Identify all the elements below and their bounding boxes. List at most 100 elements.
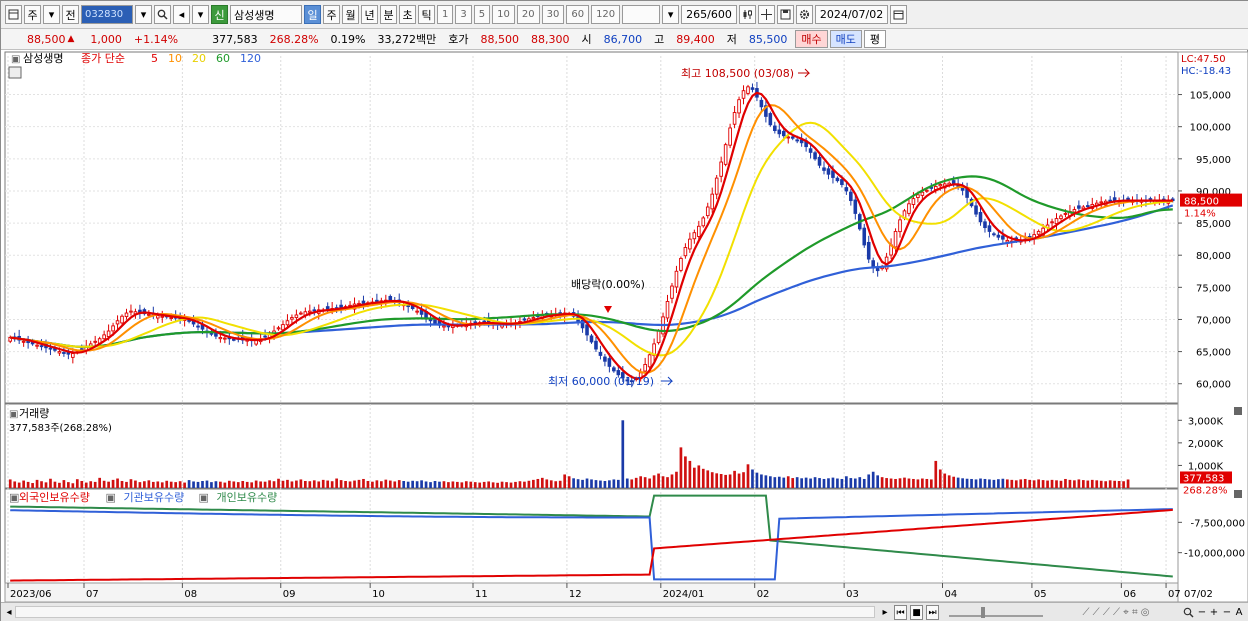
volume-bar: [773, 477, 777, 488]
tab-tick[interactable]: 틱: [418, 5, 435, 24]
interval-60[interactable]: 60: [566, 5, 590, 24]
drawing-tools[interactable]: ⟋ ⟋ ⟋ ⟋ ⌖ ⌗ ◎: [1051, 605, 1181, 620]
first-page-icon[interactable]: ⏮: [894, 605, 907, 620]
sell-button[interactable]: 매도: [829, 30, 862, 48]
volume-bar: [353, 480, 356, 488]
volume-bar: [1055, 480, 1058, 488]
interval-20[interactable]: 20: [516, 5, 540, 24]
count-field[interactable]: 265/600: [681, 5, 737, 24]
buy-button[interactable]: 매수: [795, 30, 828, 48]
speaker-icon[interactable]: ◂: [173, 5, 190, 24]
volume-bar: [183, 482, 186, 488]
candle: [473, 321, 478, 324]
tab-year[interactable]: 년: [361, 5, 378, 24]
volume-bar: [585, 478, 589, 488]
volume-bar: [777, 476, 781, 488]
volume-bar: [625, 478, 629, 488]
volume-bar: [733, 470, 736, 488]
y-tick-label: 80,000: [1196, 251, 1231, 262]
candle: [285, 320, 290, 326]
volume-bar: [357, 479, 361, 488]
stock-name-field[interactable]: 삼성생명: [230, 5, 302, 24]
tab-minute[interactable]: 분: [380, 5, 397, 24]
grid: [4, 51, 1248, 602]
volume-bar: [621, 420, 625, 488]
holdings-legend-2: ▣: [106, 491, 116, 504]
high-value: 89,400: [676, 32, 715, 46]
candle: [71, 353, 75, 358]
volume-bar: [523, 481, 526, 488]
volume-bar: [907, 478, 911, 488]
tab-week[interactable]: 주: [323, 5, 340, 24]
candle: [603, 356, 607, 362]
tab-day[interactable]: 일: [304, 5, 321, 24]
volume-bar: [442, 481, 446, 488]
font-size-button[interactable]: A: [1234, 605, 1244, 620]
interval-1[interactable]: 1: [437, 5, 454, 24]
magnifier-icon[interactable]: [1181, 605, 1195, 620]
candle-icon[interactable]: [738, 5, 756, 24]
stock-code-input[interactable]: 032830: [81, 5, 133, 24]
volume-bar: [988, 479, 991, 488]
speaker-dropdown-icon[interactable]: ▾: [192, 5, 209, 24]
volume-bar: [545, 479, 549, 488]
calendar-icon[interactable]: [890, 5, 908, 24]
gear-icon[interactable]: [795, 5, 813, 24]
volume-bar: [277, 478, 280, 488]
volume-bar: [853, 478, 857, 488]
volume-bar: [1059, 480, 1063, 488]
chart-area[interactable]: 2023/06 07 08 09 10 11 12 2024/01 02 03 04 05 06 07 07…: [1, 50, 1248, 602]
save-icon[interactable]: [776, 5, 794, 24]
crosshair-icon[interactable]: [757, 5, 775, 24]
tab-month[interactable]: 월: [342, 5, 359, 24]
horizontal-scrollbar[interactable]: [15, 606, 875, 618]
candle: [129, 310, 133, 313]
interval-5[interactable]: 5: [473, 5, 491, 24]
interval-dropdown-icon[interactable]: ▾: [662, 5, 680, 24]
prev-button[interactable]: 전: [62, 5, 79, 24]
x-tick-label: 02: [757, 589, 770, 600]
candle: [875, 267, 880, 272]
volume-bar: [245, 481, 249, 488]
stop-icon[interactable]: ■: [910, 605, 923, 620]
interval-120[interactable]: 120: [591, 5, 621, 24]
layout-icon[interactable]: [5, 5, 22, 24]
scroll-left-icon[interactable]: ◂: [3, 605, 15, 620]
bid-label: 호가: [448, 33, 469, 46]
interval-10[interactable]: 10: [492, 5, 515, 24]
candle: [701, 217, 706, 227]
zoom-slider[interactable]: [947, 605, 1047, 620]
volume-bar: [769, 476, 772, 488]
tab-second[interactable]: 초: [399, 5, 416, 24]
interval-3[interactable]: 3: [455, 5, 472, 24]
volume-bar: [1014, 480, 1018, 488]
volume-bar: [26, 481, 30, 488]
candle: [433, 319, 437, 324]
interval-custom-input[interactable]: [622, 5, 661, 24]
volume-bar: [147, 480, 151, 488]
zoom-out-button[interactable]: −: [1197, 605, 1207, 620]
date-field[interactable]: 2024/07/02: [814, 5, 889, 24]
volume-ratio: 268.28%: [269, 32, 319, 46]
volume-bar: [393, 481, 397, 488]
market-button[interactable]: 주: [24, 5, 41, 24]
interval-30[interactable]: 30: [541, 5, 565, 24]
last-page-icon[interactable]: ⏭: [926, 605, 939, 620]
volume-bar: [612, 479, 616, 488]
average-button[interactable]: 평: [863, 30, 886, 48]
calc-icon: [8, 66, 22, 79]
candle: [111, 325, 115, 332]
minus-button[interactable]: −: [1222, 605, 1232, 620]
scroll-right-icon[interactable]: ▸: [879, 605, 891, 620]
market-dropdown-icon[interactable]: ▾: [43, 5, 60, 24]
volume-bar: [912, 478, 915, 488]
volume-bar: [858, 477, 862, 488]
search-icon[interactable]: [154, 5, 171, 24]
volume-bar: [894, 478, 897, 488]
candle: [57, 351, 62, 354]
candle: [835, 177, 840, 182]
code-dropdown-icon[interactable]: ▾: [135, 5, 152, 24]
volume-bar: [236, 482, 240, 488]
volume-bar: [491, 482, 495, 488]
zoom-in-button[interactable]: +: [1209, 605, 1219, 620]
